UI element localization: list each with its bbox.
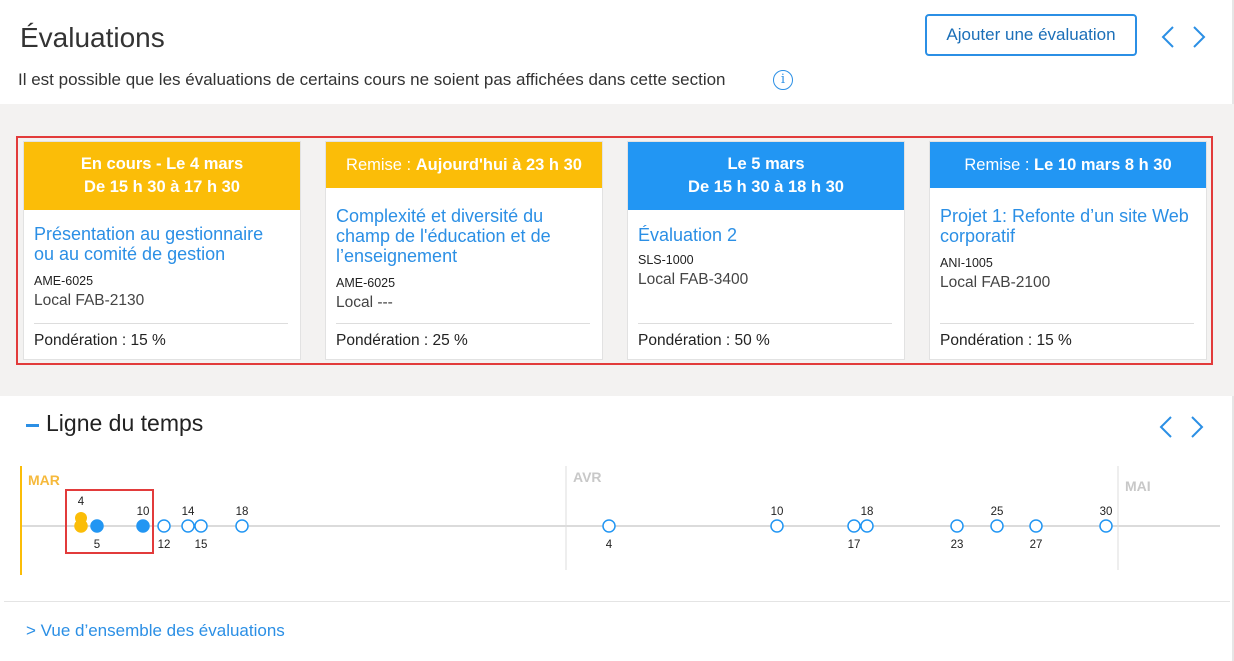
add-evaluation-button[interactable]: Ajouter une évaluation xyxy=(925,14,1137,56)
timeline-day-label: 18 xyxy=(861,506,874,518)
card-header-prefix: Remise : xyxy=(346,155,416,174)
timeline-title[interactable]: Ligne du temps xyxy=(46,410,203,437)
timeline-day-label: 18 xyxy=(236,506,249,518)
timeline-day-label: 14 xyxy=(182,506,195,518)
evaluation-title-link[interactable]: Présentation au gestionnaire ou au comit… xyxy=(34,224,288,264)
card-header: En cours - Le 4 mars De 15 h 30 à 17 h 3… xyxy=(24,142,300,210)
timeline-event-marker[interactable] xyxy=(235,519,249,533)
timeline-event-marker[interactable] xyxy=(181,519,195,533)
collapse-icon[interactable] xyxy=(26,424,39,427)
timeline-day-label: 4 xyxy=(78,496,85,508)
evaluations-overview-link[interactable]: > Vue d’ensemble des évaluations xyxy=(26,621,285,641)
timeline-day-label: 25 xyxy=(991,506,1004,518)
weighting: Pondération : 15 % xyxy=(34,332,166,349)
month-label: MAR xyxy=(28,472,60,488)
card-header-line2: De 15 h 30 à 18 h 30 xyxy=(688,178,844,196)
card-header-line1: En cours - Le 4 mars xyxy=(80,155,244,173)
timeline-event-marker[interactable] xyxy=(1029,519,1043,533)
card-divider xyxy=(940,323,1194,324)
card-header-line1: Le 5 mars xyxy=(727,155,805,173)
card-divider xyxy=(336,323,590,324)
weighting: Pondération : 15 % xyxy=(940,332,1072,349)
evaluation-title-link[interactable]: Projet 1: Refonte d’un site Web corporat… xyxy=(940,206,1194,246)
timeline-day-label: 12 xyxy=(158,539,171,551)
timeline-day-label: 4 xyxy=(606,539,613,551)
card-divider xyxy=(638,323,892,324)
weighting: Pondération : 25 % xyxy=(336,332,468,349)
timeline-day-label: 10 xyxy=(771,506,784,518)
timeline-event-marker[interactable] xyxy=(157,519,171,533)
timeline-day-label: 27 xyxy=(1030,539,1043,551)
evaluation-title-link[interactable]: Évaluation 2 xyxy=(638,225,892,245)
timeline-event-marker[interactable] xyxy=(1099,519,1113,533)
timeline-event-marker[interactable] xyxy=(950,519,964,533)
chevron-right-icon[interactable] xyxy=(1183,412,1211,442)
card-divider xyxy=(34,323,288,324)
timeline-chart: MAR AVR MAI 4 5 10 12 14 15 18 4 10 17 18 23 25 27 30 xyxy=(20,466,1220,575)
card-header: Le 5 mars De 15 h 30 à 18 h 30 xyxy=(628,142,904,210)
footer-divider xyxy=(4,601,1230,602)
timeline-event-marker[interactable] xyxy=(194,519,208,533)
month-label: AVR xyxy=(573,469,602,485)
timeline-day-label: 5 xyxy=(94,539,100,551)
room: Local FAB-2100 xyxy=(940,274,1051,291)
timeline-event-marker[interactable] xyxy=(770,519,784,533)
timeline-day-label: 23 xyxy=(951,539,964,551)
chevron-right-icon[interactable] xyxy=(1185,22,1213,52)
chevron-left-icon[interactable] xyxy=(1152,412,1180,442)
timeline-event-marker[interactable] xyxy=(990,519,1004,533)
timeline-event-marker[interactable] xyxy=(136,519,150,533)
timeline-day-label: 30 xyxy=(1100,506,1113,518)
card-header: Remise : Aujourd'hui à 23 h 30 xyxy=(326,142,602,188)
course-code: SLS-1000 xyxy=(638,253,694,267)
evaluation-title-link[interactable]: Complexité et diversité du champ de l'éd… xyxy=(336,206,590,266)
weighting: Pondération : 50 % xyxy=(638,332,770,349)
card-header: Remise : Le 10 mars 8 h 30 xyxy=(930,142,1206,188)
timeline-event-marker[interactable] xyxy=(90,519,104,533)
course-code: AME-6025 xyxy=(336,276,396,290)
evaluation-card[interactable]: En cours - Le 4 mars De 15 h 30 à 17 h 3… xyxy=(23,141,301,360)
evaluation-card[interactable]: Remise : Aujourd'hui à 23 h 30 Complexit… xyxy=(325,141,603,360)
timeline-event-marker[interactable] xyxy=(860,519,874,533)
page-subtitle: Il est possible que les évaluations de c… xyxy=(18,70,726,89)
card-header-value: Le 10 mars 8 h 30 xyxy=(1034,155,1172,174)
timeline-event-marker[interactable] xyxy=(74,519,88,533)
card-header-value: Aujourd'hui à 23 h 30 xyxy=(415,155,582,174)
timeline-day-label: 15 xyxy=(195,539,208,551)
evaluation-card[interactable]: Le 5 mars De 15 h 30 à 18 h 30 Évaluatio… xyxy=(627,141,905,360)
room: Local FAB-3400 xyxy=(638,271,749,288)
card-header-line2: De 15 h 30 à 17 h 30 xyxy=(84,178,240,196)
timeline-day-label: 17 xyxy=(848,539,861,551)
evaluation-card[interactable]: Remise : Le 10 mars 8 h 30 Projet 1: Ref… xyxy=(929,141,1207,360)
room: Local --- xyxy=(336,294,393,311)
month-label: MAI xyxy=(1125,478,1151,494)
timeline-event-marker[interactable] xyxy=(847,519,861,533)
course-code: AME-6025 xyxy=(34,274,94,288)
course-code: ANI-1005 xyxy=(940,256,993,270)
timeline-event-marker[interactable] xyxy=(602,519,616,533)
timeline-day-label: 10 xyxy=(137,506,150,518)
page-title: Évaluations xyxy=(20,22,165,53)
info-icon[interactable]: i xyxy=(773,70,793,90)
chevron-left-icon[interactable] xyxy=(1154,22,1182,52)
card-header-prefix: Remise : xyxy=(964,155,1035,174)
room: Local FAB-2130 xyxy=(34,292,145,309)
